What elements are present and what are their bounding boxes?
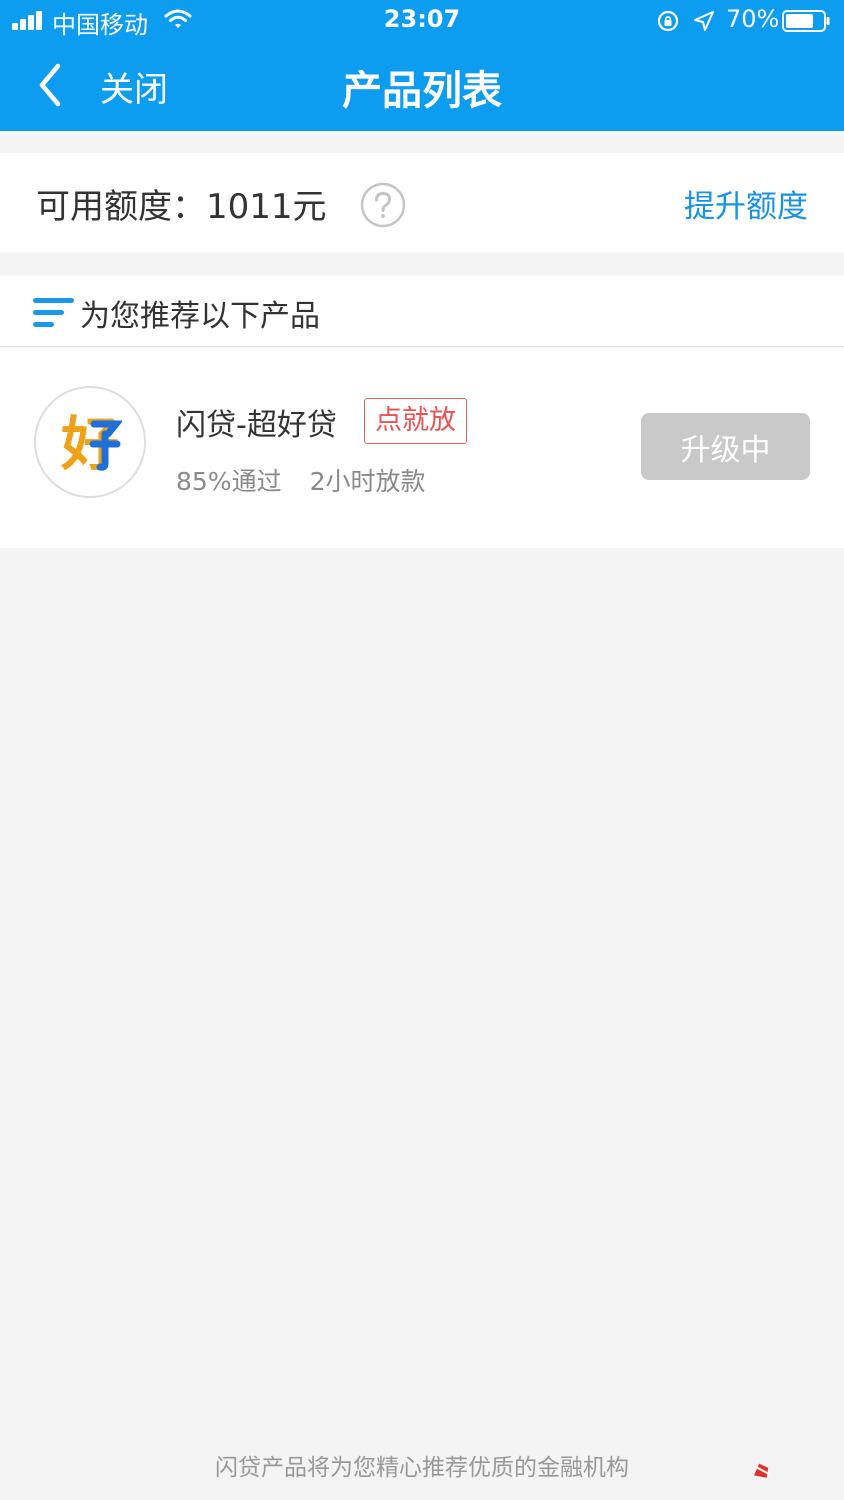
- upgrade-button[interactable]: 升级中: [641, 413, 810, 480]
- product-stats: 85%通过 2小时放款: [176, 462, 425, 498]
- product-logo: 好: [34, 386, 146, 498]
- status-time: 23:07: [383, 5, 461, 33]
- product-name: 闪贷-超好贷: [176, 408, 337, 443]
- location-arrow-icon: [694, 11, 714, 31]
- quota-row: 可用额度：1011元 提升额度: [0, 153, 844, 253]
- battery-icon: [782, 10, 830, 32]
- product-tag-badge: 点就放: [364, 398, 467, 444]
- recommend-header: 为您推荐以下产品: [0, 275, 844, 347]
- raise-quota-link[interactable]: 提升额度: [684, 181, 808, 226]
- hao-logo-icon: 好: [60, 410, 122, 474]
- rotation-lock-icon: [657, 10, 679, 32]
- battery-percent: 70%: [726, 5, 780, 33]
- question-mark-icon[interactable]: [360, 182, 406, 228]
- app-header: 中国移动 23:07 70% 关闭 产品列表: [0, 0, 844, 131]
- page-title: 产品列表: [342, 68, 502, 114]
- recommend-title: 为您推荐以下产品: [80, 299, 320, 334]
- list-icon: [33, 298, 74, 327]
- loan-time: 2小时放款: [309, 467, 426, 496]
- product-card[interactable]: 好 闪贷-超好贷 点就放 85%通过 2小时放款 升级中: [0, 348, 844, 548]
- pass-rate: 85%通过: [176, 467, 282, 496]
- status-bar: 中国移动 23:07 70%: [0, 0, 844, 42]
- watermark-logo: [754, 1463, 770, 1478]
- footer-note: 闪贷产品将为您精心推荐优质的金融机构: [215, 1455, 629, 1481]
- available-quota-label: 可用额度：1011元: [36, 187, 327, 227]
